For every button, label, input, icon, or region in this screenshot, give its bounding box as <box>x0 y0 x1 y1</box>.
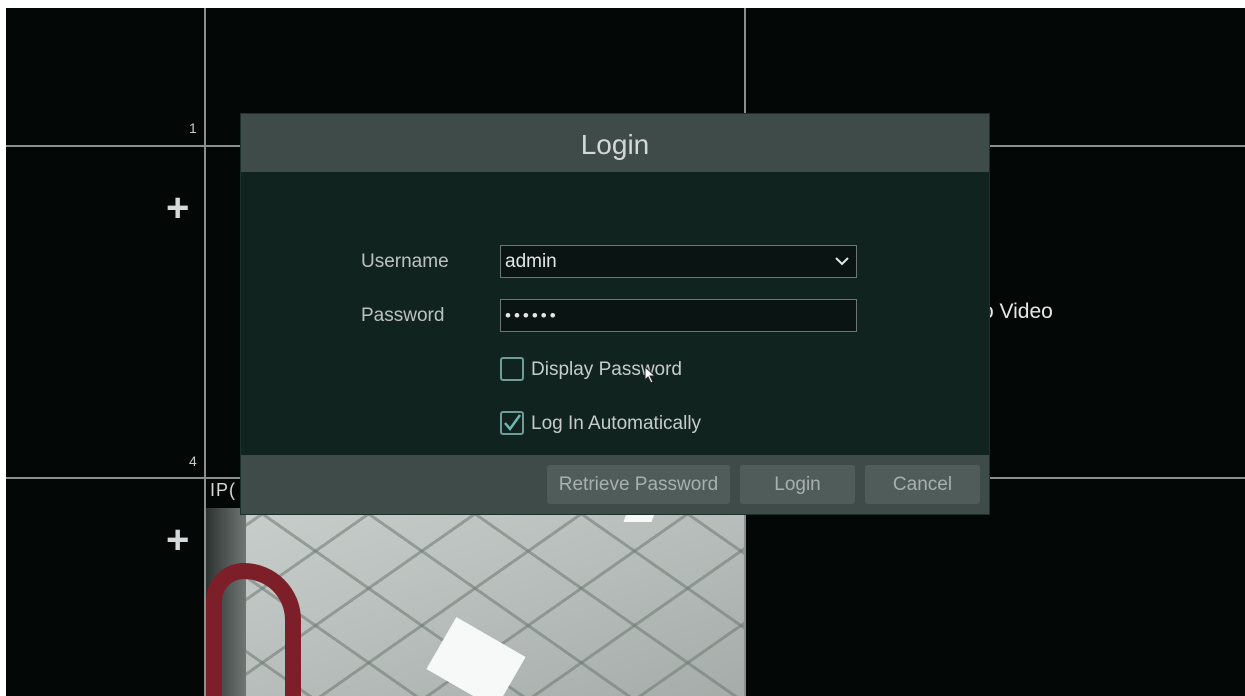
login-dialog: Login Username admin Password •••••• Dis… <box>241 114 989 514</box>
no-video-label: o Video <box>982 300 1053 323</box>
auto-login-label[interactable]: Log In Automatically <box>531 413 701 435</box>
auto-login-checkbox[interactable] <box>500 411 524 435</box>
username-label: Username <box>361 251 449 272</box>
dialog-header: Login <box>241 114 989 172</box>
display-password-checkbox[interactable] <box>500 357 524 381</box>
retrieve-password-button[interactable]: Retrieve Password <box>547 465 730 504</box>
username-select[interactable]: admin <box>500 245 857 278</box>
login-button[interactable]: Login <box>740 465 855 504</box>
channel-number: 4 <box>189 453 197 469</box>
mouse-cursor-icon <box>644 366 657 384</box>
display-password-label[interactable]: Display Password <box>531 359 682 381</box>
username-value: admin <box>505 251 557 272</box>
password-label: Password <box>361 305 445 326</box>
password-field[interactable]: •••••• <box>500 299 857 332</box>
dialog-title: Login <box>580 129 650 160</box>
ipc-channel-label: IP( <box>210 480 237 500</box>
plus-icon[interactable]: + <box>166 520 189 560</box>
chair-shape <box>206 563 301 696</box>
cancel-button[interactable]: Cancel <box>865 465 980 504</box>
ceiling-light <box>426 617 526 696</box>
camera-feed[interactable] <box>206 508 744 696</box>
checkmark-icon <box>504 414 522 432</box>
password-value: •••••• <box>505 306 559 325</box>
chevron-down-icon[interactable] <box>834 246 850 277</box>
plus-icon[interactable]: + <box>166 188 189 228</box>
channel-number: 1 <box>189 120 197 136</box>
